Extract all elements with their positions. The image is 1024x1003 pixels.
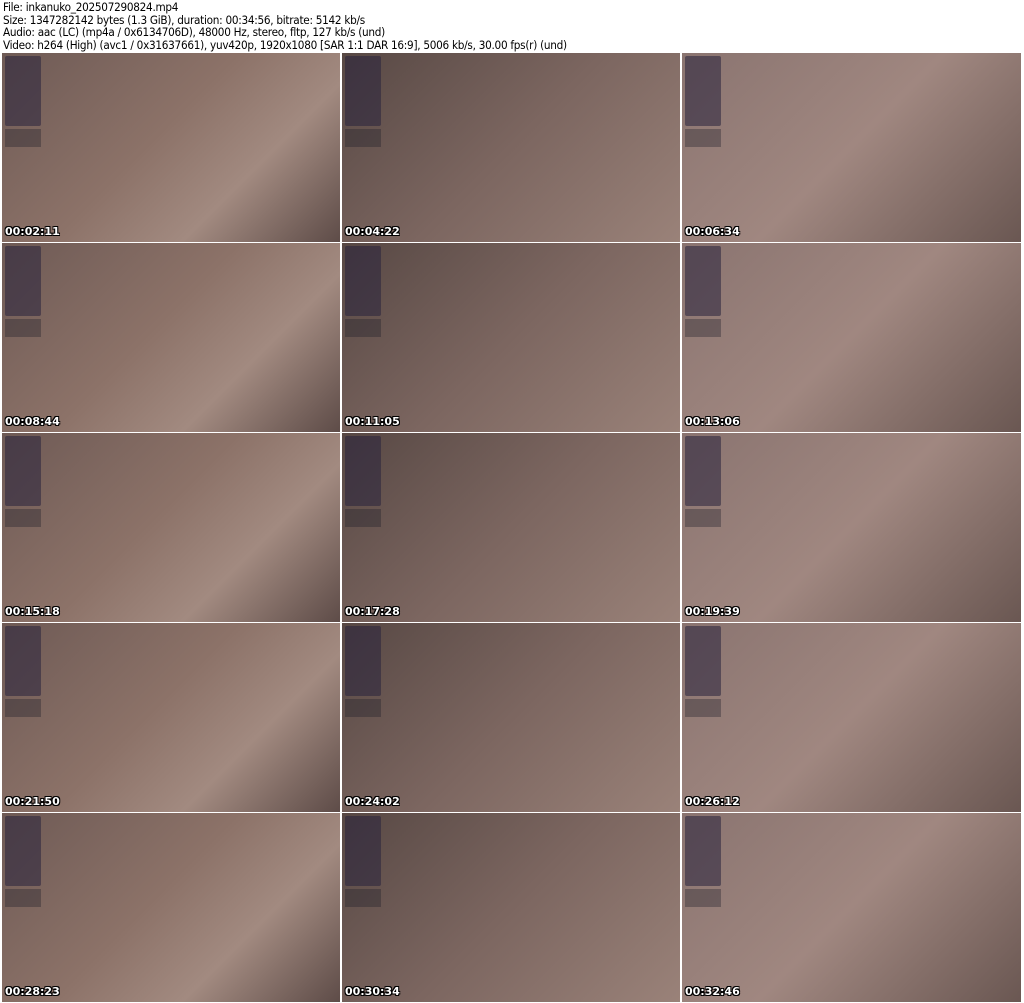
stream-overlay-list [685,129,721,147]
video-thumbnail: 00:15:18 [2,433,340,622]
stream-overlay-panel [685,56,721,126]
stream-overlay-panel [685,816,721,886]
stream-overlay-panel [345,56,381,126]
stream-overlay-list [5,129,41,147]
thumbnail-timestamp: 00:32:46 [685,985,740,998]
stream-overlay-panel [5,56,41,126]
video-thumbnail: 00:24:02 [342,623,680,812]
video-thumbnail: 00:11:05 [342,243,680,432]
stream-overlay-list [345,699,381,717]
video-thumbnail: 00:02:11 [2,53,340,242]
file-name: File: inkanuko_202507290824.mp4 [3,0,179,14]
stream-overlay-list [5,509,41,527]
stream-overlay-panel [685,246,721,316]
stream-overlay-panel [5,246,41,316]
thumbnail-timestamp: 00:19:39 [685,605,740,618]
stream-overlay-panel [345,246,381,316]
stream-overlay-list [345,129,381,147]
stream-overlay-list [685,889,721,907]
stream-overlay-list [345,319,381,337]
video-thumbnail: 00:13:06 [682,243,1021,432]
stream-overlay-list [685,699,721,717]
video-thumbnail: 00:19:39 [682,433,1021,622]
stream-overlay-list [345,509,381,527]
thumbnail-timestamp: 00:24:02 [345,795,400,808]
thumbnail-timestamp: 00:30:34 [345,985,400,998]
video-thumbnail: 00:28:23 [2,813,340,1002]
stream-overlay-panel [345,816,381,886]
audio-info: Audio: aac (LC) (mp4a / 0x6134706D), 480… [3,25,385,40]
stream-overlay-list [5,889,41,907]
stream-overlay-panel [5,626,41,696]
stream-overlay-list [685,319,721,337]
stream-overlay-panel [685,626,721,696]
thumbnail-grid: 00:02:11 00:04:22 00:06:34 00:08:44 00:11:05… [2,53,1021,1002]
video-info: Video: h264 (High) (avc1 / 0x31637661), … [3,37,567,52]
video-thumbnail: 00:21:50 [2,623,340,812]
stream-overlay-panel [685,436,721,506]
stream-overlay-list [5,699,41,717]
thumbnail-timestamp: 00:17:28 [345,605,400,618]
video-thumbnail: 00:04:22 [342,53,680,242]
stream-overlay-list [685,509,721,527]
thumbnail-timestamp: 00:13:06 [685,415,740,428]
thumbnail-timestamp: 00:04:22 [345,225,400,238]
thumbnail-timestamp: 00:26:12 [685,795,740,808]
thumbnail-timestamp: 00:06:34 [685,225,740,238]
video-thumbnail: 00:30:34 [342,813,680,1002]
video-thumbnail: 00:06:34 [682,53,1021,242]
file-info-header: File: inkanuko_202507290824.mp4 Size: 13… [3,1,567,51]
video-thumbnail: 00:32:46 [682,813,1021,1002]
thumbnail-timestamp: 00:08:44 [5,415,60,428]
thumbnail-timestamp: 00:02:11 [5,225,60,238]
stream-overlay-panel [5,436,41,506]
video-thumbnail: 00:26:12 [682,623,1021,812]
video-thumbnail: 00:08:44 [2,243,340,432]
stream-overlay-panel [5,816,41,886]
thumbnail-timestamp: 00:11:05 [345,415,400,428]
thumbnail-timestamp: 00:15:18 [5,605,60,618]
stream-overlay-panel [345,436,381,506]
stream-overlay-list [5,319,41,337]
stream-overlay-list [345,889,381,907]
video-thumbnail: 00:17:28 [342,433,680,622]
stream-overlay-panel [345,626,381,696]
thumbnail-timestamp: 00:21:50 [5,795,60,808]
thumbnail-timestamp: 00:28:23 [5,985,60,998]
